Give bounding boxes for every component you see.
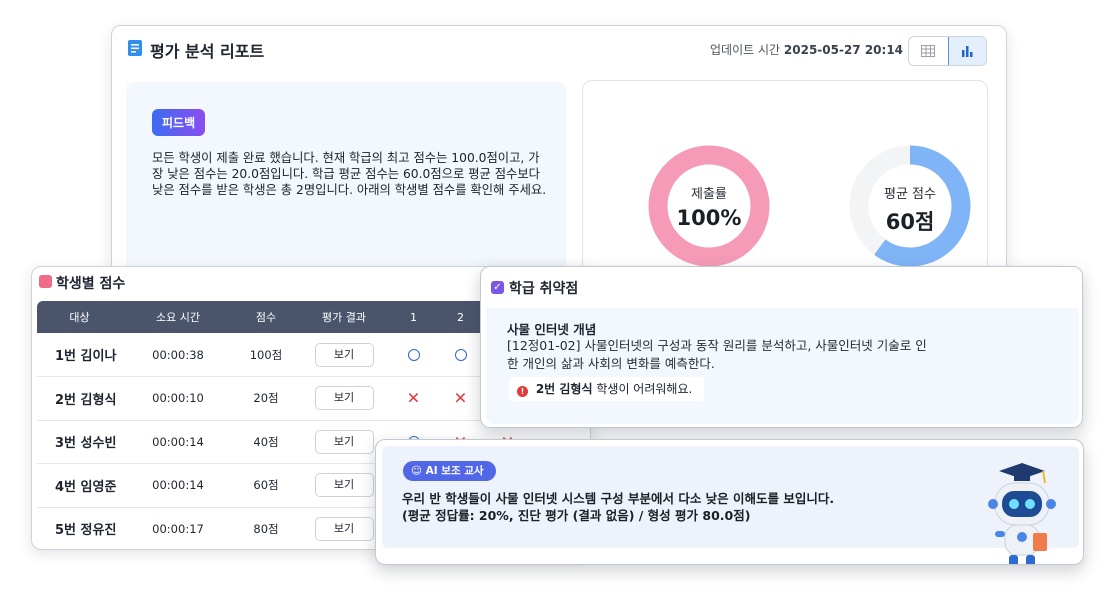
view-result-button[interactable]: 보기 xyxy=(314,516,374,541)
donut-title: 제출률 xyxy=(691,187,727,202)
col-header: 점수 xyxy=(234,301,298,333)
feedback-text: 모든 학생이 제출 완료 했습니다. 현재 학급의 최고 점수는 100.0점이… xyxy=(152,151,547,197)
robot-face-icon: ☺ xyxy=(411,465,422,477)
submission-rate-label: 제출률 100% xyxy=(648,183,770,230)
alert-icon: ! xyxy=(517,386,528,397)
view-result-button[interactable]: 보기 xyxy=(314,342,374,367)
ai-assistant-body: ☺ AI 보조 교사 우리 반 학생들이 사물 인터넷 시스템 구성 부분에서 … xyxy=(382,446,1079,564)
student-name: 2번 김형식 xyxy=(37,376,122,421)
score: 80점 xyxy=(234,507,298,549)
weakness-description: [12정01-02] 사물인터넷의 구성과 동작 원리를 분석하고, 사물인터넷… xyxy=(507,338,927,371)
view-result-button[interactable]: 보기 xyxy=(314,386,374,411)
robot-mascot-icon xyxy=(988,463,1056,564)
alert-student: 2번 김형식 xyxy=(535,382,593,396)
donut-title: 평균 점수 xyxy=(884,187,936,202)
bar-chart-icon xyxy=(962,46,973,57)
elapsed-time: 00:00:38 xyxy=(122,333,234,377)
elapsed-time: 00:00:17 xyxy=(122,507,234,549)
weakness-window: ✓ 학급 취약점 사물 인터넷 개념 [12정01-02] 사물인터넷의 구성과… xyxy=(480,266,1083,428)
donut-value: 100% xyxy=(676,206,742,230)
student-name: 4번 임영준 xyxy=(37,463,122,508)
view-toggle xyxy=(908,36,987,66)
updated-label: 업데이트 시간 xyxy=(710,43,781,57)
weakness-body: 사물 인터넷 개념 [12정01-02] 사물인터넷의 구성과 동작 원리를 분… xyxy=(486,308,1079,424)
question-result: ✕ xyxy=(390,376,437,421)
correct-icon xyxy=(454,349,467,361)
checkbox-icon: ✓ xyxy=(491,281,504,294)
report-icon xyxy=(39,275,52,288)
feedback-badge: 피드백 xyxy=(152,109,206,136)
question-result: ✕ xyxy=(437,376,484,421)
table-icon xyxy=(921,45,936,57)
incorrect-icon: ✕ xyxy=(453,388,468,408)
result-cell: 보기 xyxy=(298,376,390,421)
weakness-alert: ! 2번 김형식 학생이 어려워해요. xyxy=(509,377,705,401)
weakness-concept: 사물 인터넷 개념 xyxy=(507,322,597,337)
col-header: 소요 시간 xyxy=(122,301,234,333)
updated-value: 2025-05-27 20:14 xyxy=(783,43,904,57)
col-header: 2 xyxy=(437,301,484,333)
ai-badge: ☺ AI 보조 교사 xyxy=(403,461,496,481)
view-result-button[interactable]: 보기 xyxy=(314,473,374,498)
student-name: 3번 성수빈 xyxy=(37,420,122,464)
alert-text: 학생이 어려워해요. xyxy=(596,382,693,396)
question-result xyxy=(390,333,437,377)
col-header: 대상 xyxy=(37,301,122,333)
view-result-button[interactable]: 보기 xyxy=(314,429,374,454)
elapsed-time: 00:00:14 xyxy=(122,463,234,508)
correct-icon xyxy=(407,349,420,361)
student-name: 1번 김이나 xyxy=(37,333,122,377)
score: 100점 xyxy=(234,333,298,377)
ai-assistant-window: ☺ AI 보조 교사 우리 반 학생들이 사물 인터넷 시스템 구성 부분에서 … xyxy=(375,439,1084,565)
col-header: 1 xyxy=(390,301,437,333)
document-icon xyxy=(128,40,142,56)
updated-time: 업데이트 시간 2025-05-27 20:14 xyxy=(710,41,903,58)
result-cell: 보기 xyxy=(298,333,390,377)
scores-title: 학생별 점수 xyxy=(56,276,126,292)
score: 20점 xyxy=(234,376,298,421)
question-result xyxy=(437,333,484,377)
ai-badge-label: AI 보조 교사 xyxy=(425,465,484,477)
score: 40점 xyxy=(234,420,298,464)
donut-value: 60점 xyxy=(885,210,935,234)
student-name: 5번 정유진 xyxy=(37,507,122,549)
elapsed-time: 00:00:14 xyxy=(122,420,234,464)
report-title: 평가 분석 리포트 xyxy=(150,42,265,61)
ai-message-line2: (평균 정답률: 20%, 진단 평가 (결과 없음) / 형성 평가 80.0… xyxy=(402,508,751,523)
table-view-button[interactable] xyxy=(909,37,948,65)
score: 60점 xyxy=(234,463,298,508)
col-header: 평가 결과 xyxy=(298,301,390,333)
ai-message-line1: 우리 반 학생들이 사물 인터넷 시스템 구성 부분에서 다소 낮은 이해도를 … xyxy=(402,491,835,506)
incorrect-icon: ✕ xyxy=(406,388,421,408)
weakness-title: 학급 취약점 xyxy=(509,281,579,297)
chart-view-button[interactable] xyxy=(947,37,986,65)
elapsed-time: 00:00:10 xyxy=(122,376,234,421)
average-score-label: 평균 점수 60점 xyxy=(849,183,971,236)
ai-message: 우리 반 학생들이 사물 인터넷 시스템 구성 부분에서 다소 낮은 이해도를 … xyxy=(402,490,834,524)
